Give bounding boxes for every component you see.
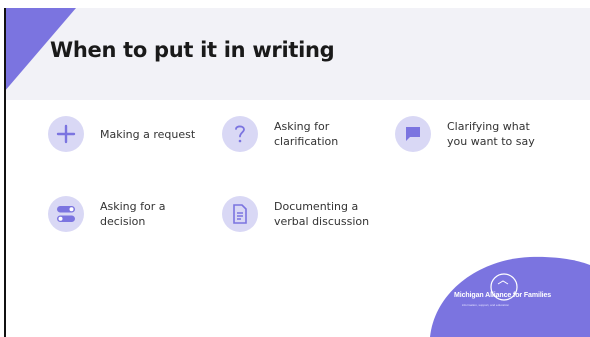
plus-icon <box>48 116 84 152</box>
logo-text: Michigan Alliance for Families <box>454 292 552 299</box>
slide-title: When to put it in writing <box>50 38 335 62</box>
item-label: Asking for clarification <box>274 120 339 148</box>
item-documenting-discussion: Documenting a verbal discussion <box>222 196 384 232</box>
item-label: Asking for a decision <box>100 200 166 228</box>
speech-bubble-icon <box>395 116 431 152</box>
slide: When to put it in writing Making a reque… <box>4 8 590 337</box>
item-label: Clarifying what you want to say <box>447 120 535 148</box>
question-icon <box>222 116 258 152</box>
item-making-request: Making a request <box>48 116 210 152</box>
item-label: Making a request <box>100 127 196 141</box>
item-clarifying-what: Clarifying what you want to say <box>395 116 557 152</box>
item-label: Documenting a verbal discussion <box>274 200 370 228</box>
slide-left-edge <box>4 8 6 337</box>
item-asking-clarification: Asking for clarification <box>222 116 384 152</box>
document-icon <box>222 196 258 232</box>
logo-tagline: information, support, and education <box>462 303 510 307</box>
item-asking-decision: Asking for a decision <box>48 196 210 232</box>
toggle-icon <box>48 196 84 232</box>
